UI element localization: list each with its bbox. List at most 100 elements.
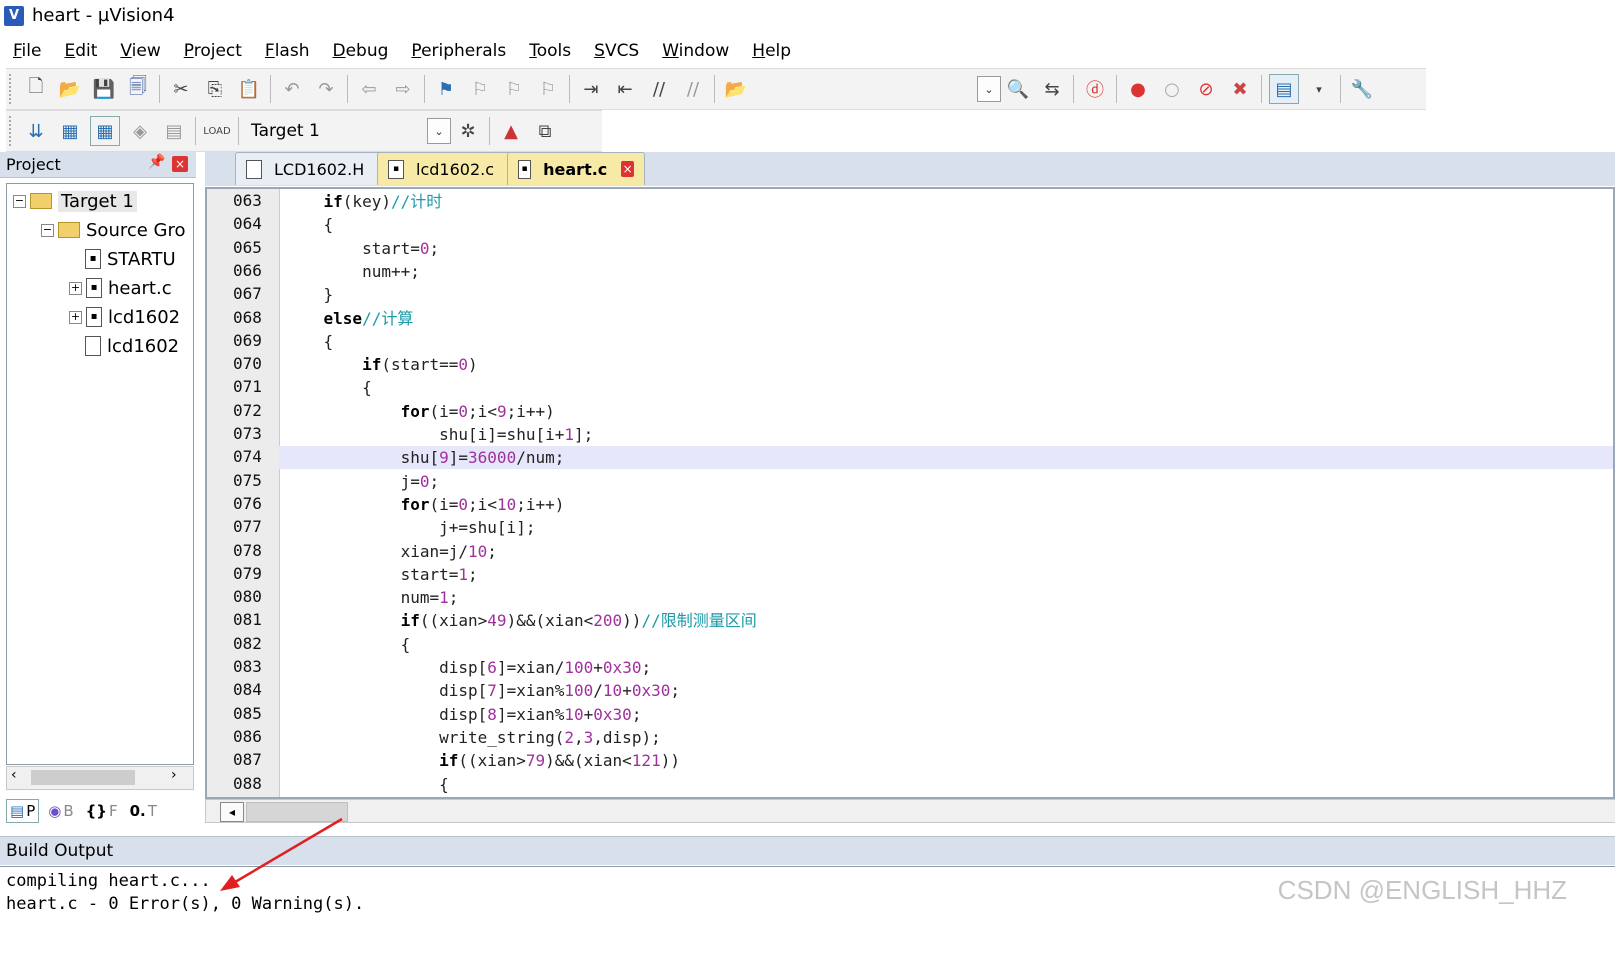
code-line[interactable]: for(i=0;i<9;i++)	[285, 400, 555, 423]
window-layout-icon[interactable]: ▤	[1269, 74, 1299, 104]
copy-icon[interactable]: ⎘	[201, 75, 229, 103]
incremental-find-icon[interactable]: ⇆	[1038, 75, 1066, 103]
code-line[interactable]: num=1;	[285, 586, 459, 609]
code-line[interactable]: disp[6]=xian/100+0x30;	[285, 656, 651, 679]
paste-icon[interactable]: 📋	[235, 75, 263, 103]
code-line[interactable]: if(start==0)	[285, 353, 478, 376]
expand-icon[interactable]: +	[69, 281, 82, 295]
tree-item-lcd1602-h[interactable]: lcd1602	[85, 332, 179, 360]
indent-icon[interactable]: ⇥	[577, 75, 605, 103]
code-line[interactable]: write_string(2,3,disp);	[285, 726, 661, 749]
disable-breakpoint-icon[interactable]: ○	[1158, 75, 1186, 103]
window-layout-dropdown-icon[interactable]: ▾	[1305, 75, 1333, 103]
build-output-panel[interactable]: compiling heart.c... heart.c - 0 Error(s…	[0, 817, 1615, 942]
menu-project[interactable]: Project	[171, 36, 252, 66]
code-line[interactable]: {	[285, 633, 411, 656]
cut-icon[interactable]: ✂	[167, 75, 195, 103]
code-line[interactable]: if((xian>79)&&(xian<121))	[285, 749, 680, 772]
uncomment-icon[interactable]: //	[679, 75, 707, 103]
code-line[interactable]: {	[285, 376, 372, 399]
save-icon[interactable]: 💾	[90, 75, 118, 103]
save-all-icon[interactable]: 🗐	[124, 75, 152, 103]
target-select[interactable]: Target 1 ⌄	[243, 117, 451, 145]
next-bookmark-icon[interactable]: ⚐	[500, 75, 528, 103]
target-options-icon[interactable]: ✲	[454, 117, 482, 145]
navigate-back-icon[interactable]: ⇦	[355, 75, 383, 103]
menu-svcs[interactable]: SVCS	[581, 36, 649, 66]
code-line[interactable]: {	[285, 213, 334, 236]
chevron-down-icon[interactable]: ⌄	[427, 118, 451, 144]
comment-icon[interactable]: //	[645, 75, 673, 103]
collapse-icon[interactable]: −	[13, 194, 26, 208]
translate-icon[interactable]: ⇊	[22, 117, 50, 145]
tab-lcd1602-c[interactable]: ▪ lcd1602.c	[377, 152, 513, 185]
batch-build-icon[interactable]: ◈	[126, 117, 154, 145]
code-line[interactable]: if(key)//计时	[285, 190, 443, 213]
menu-view[interactable]: View	[107, 36, 170, 66]
menu-peripherals[interactable]: Peripherals	[398, 36, 516, 66]
find-combo-dropdown[interactable]: ⌄	[977, 76, 1001, 102]
menu-file[interactable]: File	[0, 36, 51, 66]
manage-components-icon[interactable]: ▲	[497, 117, 525, 145]
tab-functions[interactable]: {} F	[83, 800, 121, 822]
code-line[interactable]: for(i=0;i<10;i++)	[285, 493, 565, 516]
code-line[interactable]: {	[285, 330, 334, 353]
select-packs-icon[interactable]: ⧉	[531, 117, 559, 145]
disable-all-breakpoints-icon[interactable]: ⊘	[1192, 75, 1220, 103]
tree-item-heart-c[interactable]: + ▪ heart.c	[69, 274, 172, 302]
toolbar-grip[interactable]	[9, 74, 15, 104]
tab-templates[interactable]: 0. T	[127, 800, 160, 822]
code-line[interactable]: shu[i]=shu[i+1];	[285, 423, 593, 446]
insert-breakpoint-icon[interactable]: ●	[1124, 75, 1152, 103]
tree-item-source-group[interactable]: − Source Gro	[41, 216, 186, 244]
download-icon[interactable]: LOAD	[203, 117, 231, 145]
bookmark-icon[interactable]: ⚑	[432, 75, 460, 103]
menu-flash[interactable]: Flash	[252, 36, 320, 66]
undo-icon[interactable]: ↶	[278, 75, 306, 103]
code-line[interactable]: start=0;	[285, 237, 439, 260]
code-line[interactable]: disp[7]=xian%100/10+0x30;	[285, 679, 680, 702]
tree-item-startup[interactable]: ▪ STARTU	[85, 245, 176, 273]
code-line[interactable]: if((xian>49)&&(xian<200))//限制测量区间	[285, 609, 757, 632]
prev-bookmark-icon[interactable]: ⚐	[466, 75, 494, 103]
clear-bookmarks-icon[interactable]: ⚐	[534, 75, 562, 103]
debug-session-icon[interactable]: ⓓ	[1081, 75, 1109, 103]
tree-item-lcd1602-c[interactable]: + ▪ lcd1602	[69, 303, 180, 331]
unindent-icon[interactable]: ⇤	[611, 75, 639, 103]
code-line[interactable]: j+=shu[i];	[285, 516, 535, 539]
new-file-icon[interactable]: 🗋	[22, 75, 50, 103]
code-line[interactable]: num++;	[285, 260, 420, 283]
close-icon[interactable]: ×	[172, 156, 188, 172]
rebuild-icon[interactable]: ▦	[90, 116, 120, 146]
menu-edit[interactable]: Edit	[51, 36, 107, 66]
menu-help[interactable]: Help	[739, 36, 801, 66]
tab-project[interactable]: ▤ P	[6, 799, 40, 823]
redo-icon[interactable]: ↷	[312, 75, 340, 103]
pin-icon[interactable]: 📌	[148, 154, 165, 170]
find-in-files-icon[interactable]: 📂	[722, 75, 750, 103]
collapse-icon[interactable]: −	[41, 223, 54, 237]
code-line[interactable]: else//计算	[285, 307, 414, 330]
menu-window[interactable]: Window	[649, 36, 739, 66]
toolbar-grip[interactable]	[9, 116, 15, 146]
stop-build-icon[interactable]: ▤	[160, 117, 188, 145]
menu-debug[interactable]: Debug	[319, 36, 398, 66]
menu-tools[interactable]: Tools	[516, 36, 581, 66]
tab-books[interactable]: ◉ B	[45, 800, 76, 822]
scroll-left-icon[interactable]: ‹	[11, 767, 17, 783]
code-line[interactable]: j=0;	[285, 470, 440, 493]
code-line[interactable]: }	[285, 283, 334, 306]
code-line[interactable]: {	[285, 773, 449, 796]
close-tab-icon[interactable]: ×	[621, 161, 634, 177]
code-line[interactable]: shu[9]=36000/num;	[279, 446, 1613, 470]
expand-icon[interactable]: +	[69, 310, 82, 324]
editor-scrollbar[interactable]: ◂	[205, 799, 1615, 823]
scrollbar-thumb[interactable]	[31, 770, 135, 785]
tab-lcd1602-h[interactable]: LCD1602.H	[235, 152, 393, 185]
scroll-right-icon[interactable]: ›	[171, 767, 177, 783]
code-line[interactable]: start=1;	[285, 563, 478, 586]
code-line[interactable]: disp[8]=xian%10+0x30;	[285, 703, 641, 726]
project-tree-scrollbar[interactable]: ‹ ›	[6, 766, 194, 790]
code-editor[interactable]: 063 064 065 066 067 068 069 070 071 072 073 074 075 0…	[205, 187, 1615, 799]
kill-all-breakpoints-icon[interactable]: ✖	[1226, 75, 1254, 103]
